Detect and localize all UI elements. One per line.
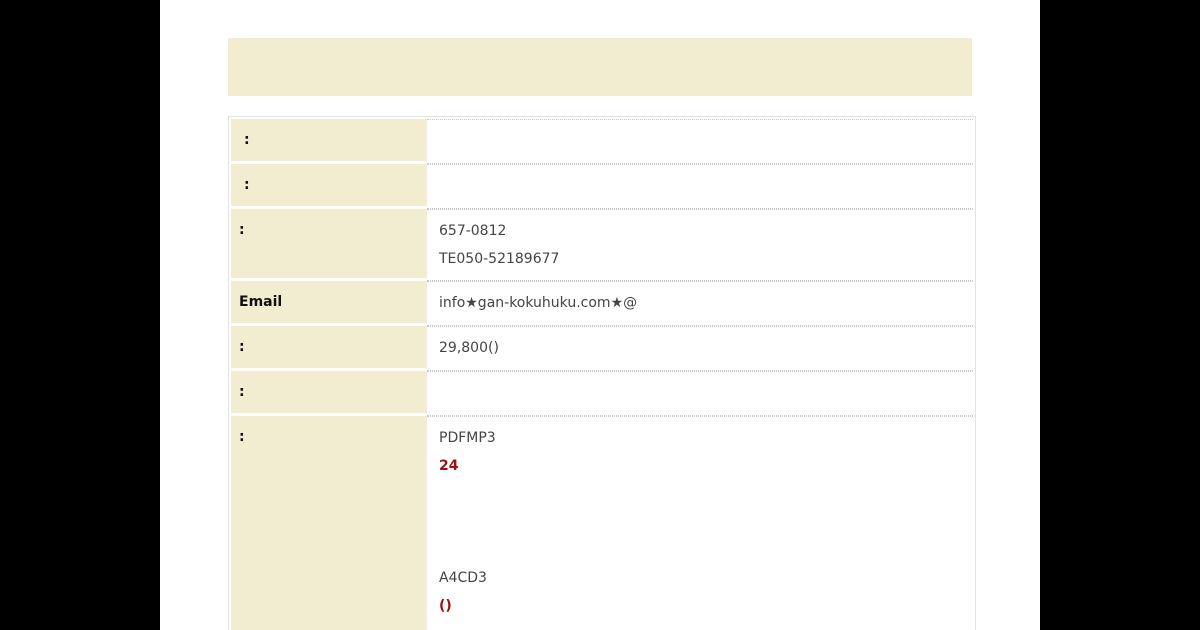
page: : : : 657-0812 TE050-52189677 Email info… bbox=[160, 0, 1040, 630]
row-value: 29,800() bbox=[427, 326, 973, 371]
table-row: : bbox=[231, 164, 973, 209]
info-table-wrapper: : : : 657-0812 TE050-52189677 Email info… bbox=[228, 116, 976, 630]
info-table: : : : 657-0812 TE050-52189677 Email info… bbox=[231, 119, 973, 630]
email-address: info★gan-kokuhuku.com★@ bbox=[439, 295, 638, 311]
price-value: 29,800() bbox=[439, 340, 499, 356]
row-label: : bbox=[231, 164, 427, 209]
row-value: info★gan-kokuhuku.com★@ bbox=[427, 281, 973, 326]
row-label: : bbox=[231, 326, 427, 371]
row-label: : bbox=[231, 371, 427, 416]
row-value bbox=[427, 164, 973, 209]
phone-number: TE050-52189677 bbox=[439, 251, 560, 267]
row-label: : bbox=[231, 209, 427, 281]
table-row: : PDFMP3 24 A4CD3 () → bbox=[231, 416, 973, 630]
row-value: 657-0812 TE050-52189677 bbox=[427, 209, 973, 281]
row-label: : bbox=[231, 416, 427, 630]
highlight-number: 24 bbox=[439, 458, 459, 474]
header-banner bbox=[228, 38, 972, 96]
product-format: PDFMP3 bbox=[439, 430, 496, 446]
row-label: : bbox=[231, 119, 427, 164]
table-row: : 29,800() bbox=[231, 326, 973, 371]
product-media: A4CD3 bbox=[439, 570, 487, 586]
table-row: Email info★gan-kokuhuku.com★@ bbox=[231, 281, 973, 326]
highlight-parens: () bbox=[439, 598, 452, 614]
row-value bbox=[427, 119, 973, 164]
email-label: Email bbox=[231, 281, 427, 326]
arrow-link[interactable]: → bbox=[439, 620, 973, 630]
row-value: PDFMP3 24 A4CD3 () → bbox=[427, 416, 973, 630]
table-row: : 657-0812 TE050-52189677 bbox=[231, 209, 973, 281]
row-value bbox=[427, 371, 973, 416]
table-row: : bbox=[231, 371, 973, 416]
table-row: : bbox=[231, 119, 973, 164]
postal-code: 657-0812 bbox=[439, 223, 507, 239]
